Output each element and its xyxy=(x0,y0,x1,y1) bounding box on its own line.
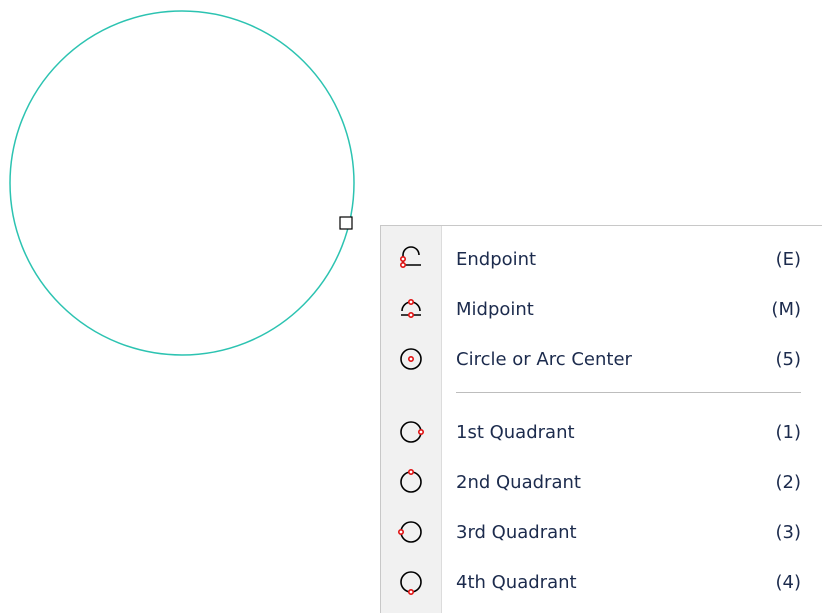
drawn-circle[interactable] xyxy=(9,10,355,356)
midpoint-icon xyxy=(381,290,441,328)
snap-context-menu: Endpoint (E) Midpoint (M) Circle or Arc … xyxy=(380,225,822,613)
menu-item-label: Circle or Arc Center xyxy=(456,348,632,370)
quadrant-3-icon xyxy=(381,513,441,551)
menu-item-label: 4th Quadrant xyxy=(456,571,577,593)
menu-item-label: 1st Quadrant xyxy=(456,421,575,443)
menu-item-label: 2nd Quadrant xyxy=(456,471,581,493)
menu-item-shortcut: (E) xyxy=(775,248,801,270)
menu-item-shortcut: (4) xyxy=(775,571,802,593)
quadrant-4-icon xyxy=(381,563,441,601)
menu-item-shortcut: (M) xyxy=(771,298,801,320)
menu-item-circle-center[interactable]: Circle or Arc Center (5) xyxy=(381,340,822,378)
menu-item-label: Endpoint xyxy=(456,248,537,270)
snap-marker xyxy=(339,216,353,230)
center-icon xyxy=(381,340,441,378)
menu-item-shortcut: (3) xyxy=(775,521,802,543)
menu-item-midpoint[interactable]: Midpoint (M) xyxy=(381,290,822,328)
menu-item-quadrant-4[interactable]: 4th Quadrant (4) xyxy=(381,563,822,601)
menu-item-quadrant-1[interactable]: 1st Quadrant (1) xyxy=(381,413,822,451)
menu-item-label: Midpoint xyxy=(456,298,534,320)
menu-item-quadrant-3[interactable]: 3rd Quadrant (3) xyxy=(381,513,822,551)
quadrant-1-icon xyxy=(381,413,441,451)
menu-separator xyxy=(456,392,801,393)
menu-item-shortcut: (1) xyxy=(775,421,802,443)
menu-item-shortcut: (5) xyxy=(775,348,802,370)
menu-item-label: 3rd Quadrant xyxy=(456,521,577,543)
quadrant-2-icon xyxy=(381,463,441,501)
menu-item-endpoint[interactable]: Endpoint (E) xyxy=(381,240,822,278)
endpoint-icon xyxy=(381,240,441,278)
menu-item-shortcut: (2) xyxy=(775,471,802,493)
menu-item-quadrant-2[interactable]: 2nd Quadrant (2) xyxy=(381,463,822,501)
